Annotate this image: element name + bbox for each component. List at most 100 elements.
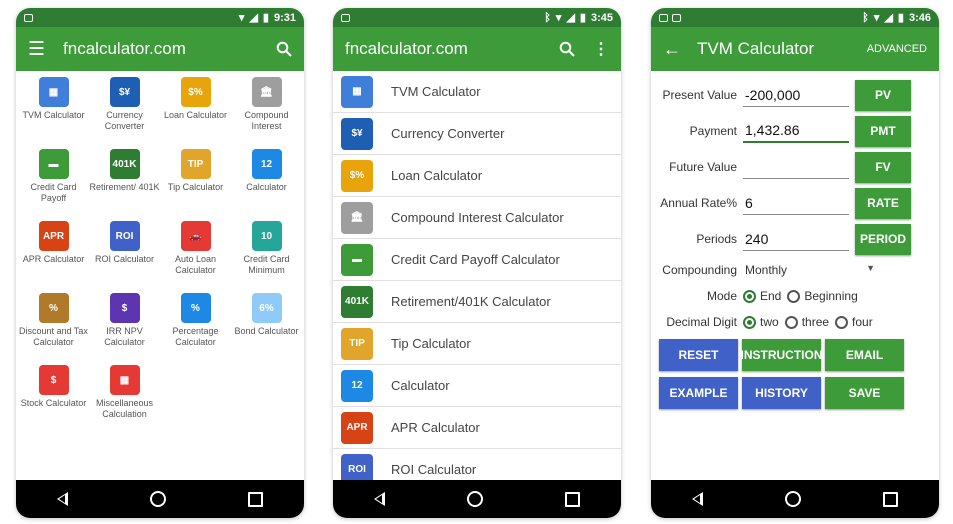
grid-item[interactable]: ▦ Miscellaneous Calculation xyxy=(89,365,160,431)
periods-button[interactable]: PERIOD xyxy=(855,223,911,255)
reset-button[interactable]: RESET xyxy=(659,339,738,371)
app-bar: ☰ fncalculator.com xyxy=(16,27,304,71)
signal-icon: ◢ xyxy=(249,12,258,24)
home-nav-icon[interactable] xyxy=(467,491,483,507)
roi-icon: ROI xyxy=(109,221,140,251)
periods-input[interactable]: 240 xyxy=(743,227,849,251)
tip-icon: TIP xyxy=(341,327,373,360)
grid-item[interactable]: % Percentage Calculator xyxy=(160,293,231,359)
decimal-three-label: three xyxy=(801,315,830,329)
phone-tvm: ᛒ ▾ ◢ ▮ 3:46 ← TVM Calculator ADVANCED Prese… xyxy=(651,8,939,518)
save-button[interactable]: SAVE xyxy=(825,377,904,409)
rate-row: Annual Rate% 6 RATE xyxy=(659,185,931,221)
apr-icon: APR xyxy=(38,221,69,251)
grid-item[interactable]: $ IRR NPV Calculator xyxy=(89,293,160,359)
grid-item-label: Percentage Calculator xyxy=(172,326,219,347)
list-item[interactable]: 12 Calculator xyxy=(333,365,621,407)
search-icon[interactable] xyxy=(559,41,575,57)
pmt-button[interactable]: PMT xyxy=(855,115,911,147)
status-bar: ᛒ ▾ ◢ ▮ 3:46 xyxy=(651,8,939,27)
grid-item[interactable]: $ Stock Calculator xyxy=(18,365,89,431)
percentage-icon: % xyxy=(180,293,211,323)
list-item-label: Calculator xyxy=(391,378,450,393)
discount-bag-icon: % xyxy=(38,293,69,323)
grid-item[interactable]: ▬ Credit Card Payoff xyxy=(18,149,89,215)
grid-item-label: Compound Interest xyxy=(244,110,289,131)
loan-house-icon: $% xyxy=(180,77,211,107)
fv-input[interactable] xyxy=(743,155,849,179)
status-bar: ᛒ ▾ ◢ ▮ 3:45 xyxy=(333,8,621,27)
retirement-401k-icon: 401K xyxy=(109,149,140,179)
grid-item[interactable]: 12 Calculator xyxy=(231,149,302,215)
grid-item[interactable]: APR APR Calculator xyxy=(18,221,89,287)
pmt-row: Payment 1,432.86 PMT xyxy=(659,113,931,149)
back-nav-icon[interactable] xyxy=(374,492,385,506)
recents-nav-icon[interactable] xyxy=(565,491,580,507)
decimal-two-radio[interactable] xyxy=(743,315,756,329)
back-arrow-icon[interactable]: ← xyxy=(663,39,681,60)
grid-item[interactable]: $% Loan Calculator xyxy=(160,77,231,143)
fv-button[interactable]: FV xyxy=(855,151,911,183)
decimal-three-radio[interactable] xyxy=(784,315,798,329)
advanced-button[interactable]: ADVANCED xyxy=(867,43,927,55)
list-item[interactable]: $% Loan Calculator xyxy=(333,155,621,197)
grid-item[interactable]: ROI ROI Calculator xyxy=(89,221,160,287)
calculator-grid: ▦ TVM Calculator $¥ Currency Converter $% Loa… xyxy=(16,71,304,431)
grid-item[interactable]: % Discount and Tax Calculator xyxy=(18,293,89,359)
grid-item[interactable]: 10 Credit Card Minimum xyxy=(231,221,302,287)
pv-input[interactable]: -200,000 xyxy=(743,83,849,107)
grid-item[interactable]: TIP Tip Calculator xyxy=(160,149,231,215)
mode-end-radio[interactable] xyxy=(743,289,756,303)
grid-item[interactable]: 🏛 Compound Interest xyxy=(231,77,302,143)
menu-icon[interactable]: ☰ xyxy=(28,38,45,61)
list-item[interactable]: 401K Retirement/401K Calculator xyxy=(333,281,621,323)
mode-beginning-radio[interactable] xyxy=(787,289,801,303)
decimal-four-radio[interactable] xyxy=(835,315,849,329)
mode-end-label: End xyxy=(760,289,782,303)
pmt-input[interactable]: 1,432.86 xyxy=(743,119,849,143)
list-item-label: TVM Calculator xyxy=(391,84,481,99)
home-nav-icon[interactable] xyxy=(785,491,801,507)
overflow-menu-icon[interactable]: ⋮ xyxy=(593,39,609,59)
apr-icon: APR xyxy=(341,411,373,444)
recents-nav-icon[interactable] xyxy=(248,491,263,507)
search-icon[interactable] xyxy=(276,41,292,57)
list-item[interactable]: TIP Tip Calculator xyxy=(333,323,621,365)
back-nav-icon[interactable] xyxy=(57,492,68,506)
list-item[interactable]: ▦ TVM Calculator xyxy=(333,71,621,113)
signal-icon: ◢ xyxy=(566,12,575,24)
fv-label: Future Value xyxy=(669,160,737,174)
nav-bar xyxy=(333,480,621,518)
email-button[interactable]: EMAIL xyxy=(825,339,904,371)
example-button[interactable]: EXAMPLE xyxy=(659,377,738,409)
periods-row: Periods 240 PERIOD xyxy=(659,221,931,257)
history-button[interactable]: HISTORY xyxy=(742,377,821,409)
nav-bar xyxy=(651,480,939,518)
grid-item[interactable]: 401K Retirement/ 401K xyxy=(89,149,160,215)
grid-item-label: Loan Calculator xyxy=(163,110,228,120)
tip-icon: TIP xyxy=(180,149,211,179)
grid-item[interactable]: 🚗 Auto Loan Calculator xyxy=(160,221,231,287)
grid-item-label: Credit Card Minimum xyxy=(243,254,290,275)
list-item[interactable]: ▬ Credit Card Payoff Calculator xyxy=(333,239,621,281)
home-nav-icon[interactable] xyxy=(150,491,166,507)
list-item[interactable]: APR APR Calculator xyxy=(333,407,621,449)
pv-button[interactable]: PV xyxy=(855,79,911,111)
compounding-select[interactable]: Monthly ▼ xyxy=(743,263,875,277)
list-item[interactable]: $¥ Currency Converter xyxy=(333,113,621,155)
rate-input[interactable]: 6 xyxy=(743,191,849,215)
rate-button[interactable]: RATE xyxy=(855,187,911,219)
instruction-button[interactable]: INSTRUCTION xyxy=(741,339,823,371)
grid-item[interactable]: 6% Bond Calculator xyxy=(231,293,302,359)
grid-item[interactable]: ▦ TVM Calculator xyxy=(18,77,89,143)
notification-icon xyxy=(24,13,33,22)
recents-nav-icon[interactable] xyxy=(883,491,898,507)
grid-item-label: Bond Calculator xyxy=(234,326,299,336)
battery-icon: ▮ xyxy=(579,12,586,24)
grid-item-label: Currency Converter xyxy=(104,110,145,131)
list-item[interactable]: 🏛 Compound Interest Calculator xyxy=(333,197,621,239)
list-item-label: Currency Converter xyxy=(391,126,505,141)
back-nav-icon[interactable] xyxy=(692,492,703,506)
credit-card-icon: ▬ xyxy=(38,149,69,179)
grid-item[interactable]: $¥ Currency Converter xyxy=(89,77,160,143)
